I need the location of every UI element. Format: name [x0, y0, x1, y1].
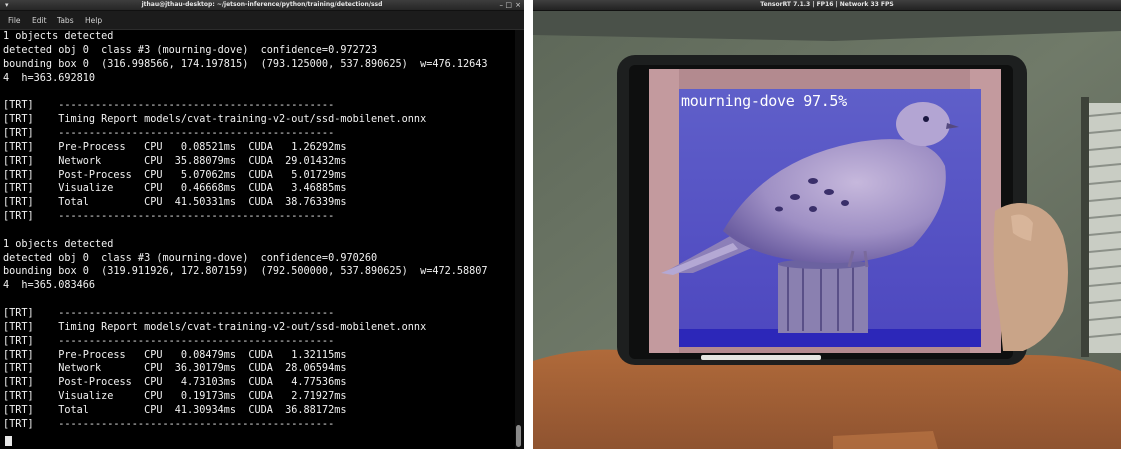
- minimize-icon[interactable]: –: [500, 1, 504, 9]
- terminal-line: 1 objects detected: [3, 31, 114, 42]
- viewer-titlebar[interactable]: TensorRT 7.1.3 | FP16 | Network 33 FPS: [533, 0, 1121, 11]
- terminal-line: 1 objects detected: [3, 238, 114, 250]
- terminal-line: [TRT] Total CPU 41.30934ms CUDA 36.88172…: [3, 404, 347, 416]
- terminal-menubar: File Edit Tabs Help: [0, 11, 524, 30]
- terminal-line: [TRT] Post-Process CPU 4.73103ms CUDA 4.…: [3, 377, 347, 389]
- terminal-line: [TRT] ----------------------------------…: [3, 127, 335, 139]
- terminal-line: detected obj 0 class #3 (mourning-dove) …: [3, 44, 378, 56]
- terminal-line: [TRT] Network CPU 35.88079ms CUDA 29.014…: [3, 155, 347, 167]
- camera-feed: mourning-dove 97.5%: [533, 11, 1121, 449]
- detection-label: mourning-dove 97.5%: [681, 92, 847, 110]
- terminal-titlebar[interactable]: ▾ jthau@jthau-desktop: ~/jetson-inferenc…: [0, 0, 524, 11]
- maximize-icon[interactable]: □: [505, 1, 512, 9]
- terminal-line: [TRT] ----------------------------------…: [3, 418, 335, 430]
- terminal-line: bounding box 0 (316.998566, 174.197815) …: [3, 58, 488, 70]
- terminal-line: detected obj 0 class #3 (mourning-dove) …: [3, 252, 378, 264]
- stylus: [701, 355, 821, 360]
- terminal-line: [TRT] Timing Report models/cvat-training…: [3, 321, 427, 333]
- terminal-line: [TRT] Timing Report models/cvat-training…: [3, 114, 427, 126]
- menu-file[interactable]: File: [8, 16, 21, 25]
- camera-frame: [533, 11, 1121, 449]
- terminal-line: [TRT] ----------------------------------…: [3, 211, 335, 223]
- terminal-line: [TRT] Network CPU 36.30179ms CUDA 28.065…: [3, 363, 347, 375]
- terminal-line: [TRT] Visualize CPU 0.46668ms CUDA 3.468…: [3, 183, 347, 195]
- terminal-window[interactable]: ▾ jthau@jthau-desktop: ~/jetson-inferenc…: [0, 0, 524, 449]
- terminal-output[interactable]: 1 objects detected detected obj 0 class #…: [3, 31, 515, 447]
- menu-edit[interactable]: Edit: [32, 16, 47, 25]
- menu-help[interactable]: Help: [85, 16, 102, 25]
- terminal-line: [TRT] Pre-Process CPU 0.08521ms CUDA 1.2…: [3, 141, 347, 153]
- terminal-title: jthau@jthau-desktop: ~/jetson-inference/…: [141, 1, 383, 8]
- terminal-line: [TRT] Total CPU 41.50331ms CUDA 38.76339…: [3, 197, 347, 209]
- terminal-line: 4 h=363.692810: [3, 72, 96, 84]
- terminal-line: [TRT] Pre-Process CPU 0.08479ms CUDA 1.3…: [3, 349, 347, 361]
- terminal-scrollbar[interactable]: [515, 30, 524, 449]
- terminal-line: [TRT] ----------------------------------…: [3, 308, 335, 319]
- viewer-title: TensorRT 7.1.3 | FP16 | Network 33 FPS: [760, 1, 894, 8]
- terminal-cursor: [5, 436, 12, 446]
- terminal-line: [TRT] ----------------------------------…: [3, 335, 335, 347]
- scrollbar-thumb[interactable]: [516, 425, 521, 447]
- menu-tabs[interactable]: Tabs: [57, 16, 74, 25]
- window-divider: [524, 0, 533, 449]
- tensorrt-viewer-window[interactable]: TensorRT 7.1.3 | FP16 | Network 33 FPS m…: [533, 0, 1121, 449]
- terminal-line: [TRT] Visualize CPU 0.19173ms CUDA 2.719…: [3, 391, 347, 403]
- terminal-line: 4 h=365.083466: [3, 280, 96, 292]
- terminal-line: [TRT] Post-Process CPU 5.07062ms CUDA 5.…: [3, 169, 347, 181]
- window-blinds: [1089, 103, 1121, 353]
- wooden-post: [778, 263, 868, 333]
- close-icon[interactable]: ×: [515, 1, 521, 9]
- terminal-line: bounding box 0 (319.911926, 172.807159) …: [3, 266, 488, 278]
- terminal-line: [TRT] ----------------------------------…: [3, 100, 335, 112]
